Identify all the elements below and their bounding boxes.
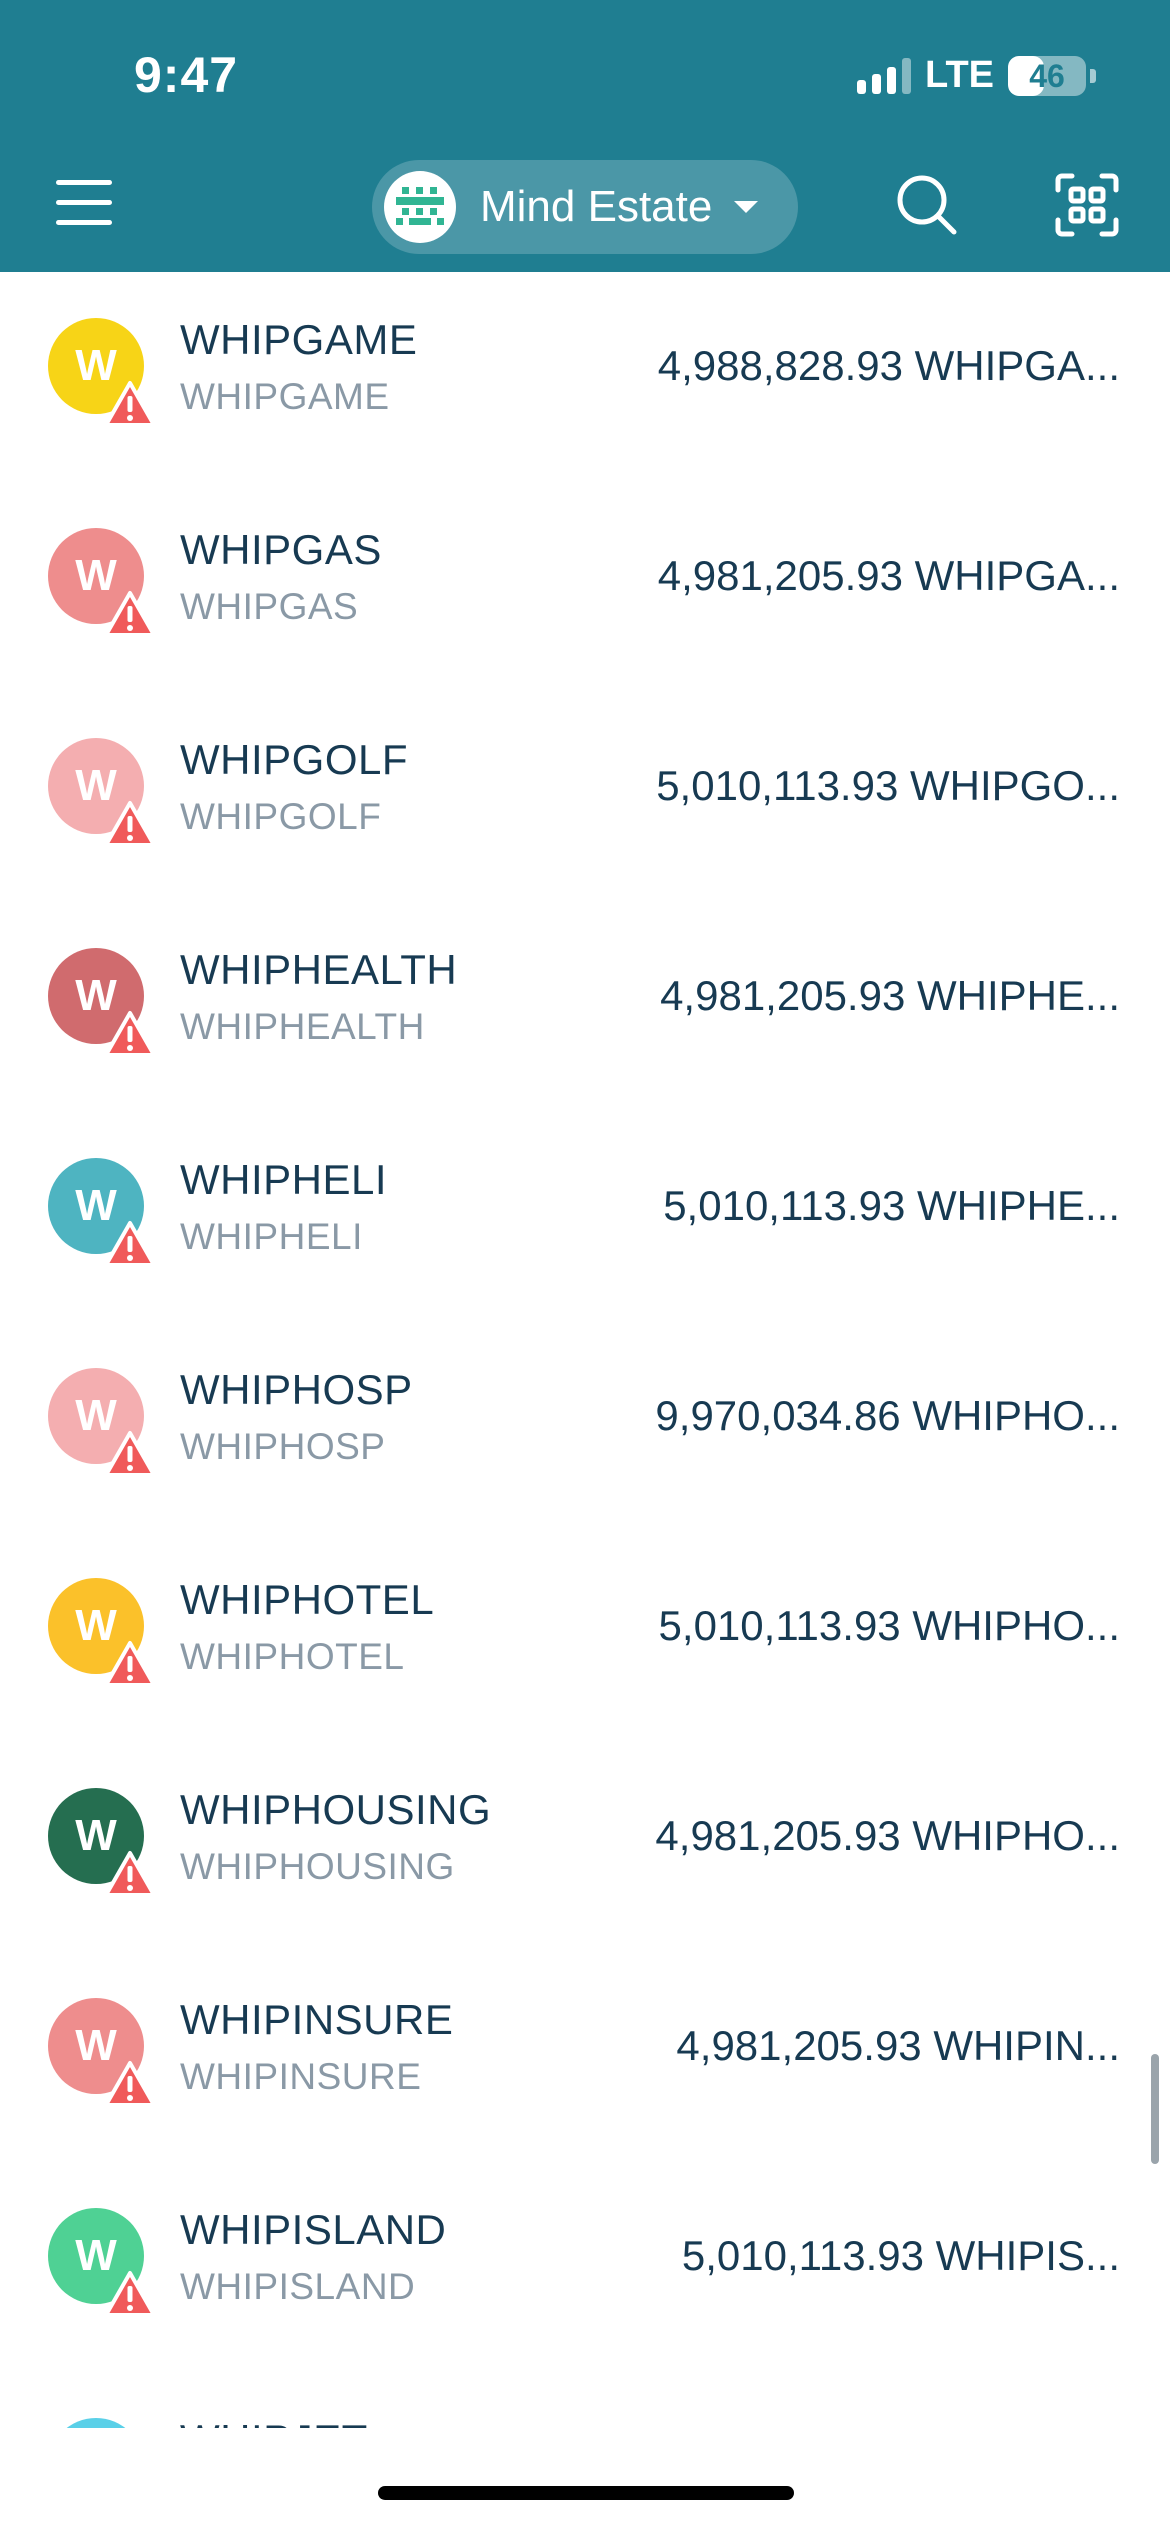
token-avatar-wrap: W (48, 1368, 158, 1478)
qr-scan-icon[interactable] (1054, 172, 1120, 238)
status-time: 9:47 (134, 47, 239, 103)
token-symbol: WHIPISLAND (180, 2266, 416, 2307)
status-indicators: LTE 46 (857, 54, 1096, 97)
token-symbol: WHIPGOLF (180, 796, 382, 837)
token-avatar-wrap: W (48, 738, 158, 848)
token-avatar-wrap: W (48, 1158, 158, 1268)
warning-icon (104, 381, 156, 427)
token-row[interactable]: W WHIPISLAND WHIPISLAND 5,010,113.93 WHI… (0, 2162, 1170, 2372)
token-avatar-wrap: W (48, 1998, 158, 2108)
hamburger-menu-icon[interactable] (56, 178, 112, 228)
warning-icon (104, 2061, 156, 2107)
token-row[interactable]: W WHIPHOUSING WHIPHOUSING 4,981,205.93 W… (0, 1742, 1170, 1952)
account-name: Mind Estate (480, 182, 713, 231)
token-row[interactable]: W WHIPJET (0, 2372, 1170, 2428)
token-name: WHIPHOSP (180, 1366, 413, 1413)
token-avatar-wrap: W (48, 1578, 158, 1688)
token-name: WHIPGAS (180, 526, 382, 573)
warning-icon (104, 1431, 156, 1477)
token-list: W WHIPGAME WHIPGAME 4,988,828.93 WHIPGA.… (0, 272, 1170, 2428)
app-header: 9:47 LTE 46 Mind Estate (0, 0, 1170, 272)
token-row[interactable]: W WHIPGAME WHIPGAME 4,988,828.93 WHIPGA.… (0, 272, 1170, 482)
token-row[interactable]: W WHIPHOSP WHIPHOSP 9,970,034.86 WHIPHO.… (0, 1322, 1170, 1532)
chevron-down-icon (734, 201, 759, 213)
token-symbol: WHIPHOUSING (180, 1846, 455, 1887)
token-row[interactable]: W WHIPGOLF WHIPGOLF 5,010,113.93 WHIPGO.… (0, 692, 1170, 902)
token-balance: 4,981,205.93 WHIPGA... (657, 552, 1120, 599)
token-symbol: WHIPHOSP (180, 1426, 386, 1467)
token-name: WHIPGOLF (180, 736, 409, 783)
battery-icon: 46 (1008, 55, 1086, 96)
token-symbol: WHIPHEALTH (180, 1006, 425, 1047)
token-balance: 4,981,205.93 WHIPHO... (655, 1812, 1120, 1859)
warning-icon (104, 591, 156, 637)
token-name: WHIPHOUSING (180, 1786, 492, 1833)
identicon-avatar (384, 171, 456, 243)
token-row[interactable]: W WHIPHELI WHIPHELI 5,010,113.93 WHIPHE.… (0, 1112, 1170, 1322)
warning-icon (104, 1221, 156, 1267)
token-row[interactable]: W WHIPGAS WHIPGAS 4,981,205.93 WHIPGA... (0, 482, 1170, 692)
network-type: LTE (925, 54, 994, 96)
token-name: WHIPHOTEL (180, 1576, 435, 1623)
token-symbol: WHIPHOTEL (180, 1636, 405, 1677)
token-avatar-wrap: W (48, 528, 158, 638)
battery-percent: 46 (1029, 57, 1065, 94)
token-name: WHIPISLAND (180, 2206, 447, 2253)
token-balance: 4,988,828.93 WHIPGA... (657, 342, 1120, 389)
token-symbol: WHIPGAS (180, 586, 359, 627)
token-balance: 4,981,205.93 WHIPIN... (676, 2022, 1120, 2069)
token-name: WHIPHEALTH (180, 946, 458, 993)
battery-cap (1090, 68, 1096, 83)
token-name: WHIPJET (180, 2416, 368, 2428)
account-selector[interactable]: Mind Estate (372, 160, 798, 254)
token-name: WHIPINSURE (180, 1996, 454, 2043)
token-name: WHIPHELI (180, 1156, 388, 1203)
token-balance: 5,010,113.93 WHIPGO... (656, 762, 1120, 809)
token-balance: 5,010,113.93 WHIPHO... (658, 1602, 1120, 1649)
search-icon[interactable] (894, 172, 960, 238)
warning-icon (104, 2271, 156, 2317)
token-balance: 5,010,113.93 WHIPHE... (663, 1182, 1120, 1229)
token-balance: 5,010,113.93 WHIPIS... (681, 2232, 1120, 2279)
token-avatar-wrap: W (48, 2208, 158, 2318)
token-avatar: W (48, 2418, 144, 2428)
token-avatar-wrap: W (48, 2418, 158, 2428)
warning-icon (104, 1851, 156, 1897)
token-name: WHIPGAME (180, 316, 418, 363)
token-balance: 9,970,034.86 WHIPHO... (655, 1392, 1120, 1439)
token-avatar-wrap: W (48, 318, 158, 428)
token-balance: 4,981,205.93 WHIPHE... (660, 972, 1120, 1019)
warning-icon (104, 1641, 156, 1687)
token-avatar-wrap: W (48, 1788, 158, 1898)
cellular-signal-icon (857, 57, 912, 94)
warning-icon (104, 801, 156, 847)
token-symbol: WHIPGAME (180, 376, 390, 417)
token-row[interactable]: W WHIPHEALTH WHIPHEALTH 4,981,205.93 WHI… (0, 902, 1170, 1112)
token-row[interactable]: W WHIPINSURE WHIPINSURE 4,981,205.93 WHI… (0, 1952, 1170, 2162)
token-avatar-wrap: W (48, 948, 158, 1058)
home-indicator[interactable] (378, 2486, 794, 2500)
wallet-screen: 9:47 LTE 46 Mind Estate W WHIPGAME WHIPG… (0, 0, 1170, 2532)
token-row[interactable]: W WHIPHOTEL WHIPHOTEL 5,010,113.93 WHIPH… (0, 1532, 1170, 1742)
scrollbar[interactable] (1151, 2054, 1159, 2164)
token-symbol: WHIPINSURE (180, 2056, 422, 2097)
token-symbol: WHIPHELI (180, 1216, 363, 1257)
warning-icon (104, 1011, 156, 1057)
